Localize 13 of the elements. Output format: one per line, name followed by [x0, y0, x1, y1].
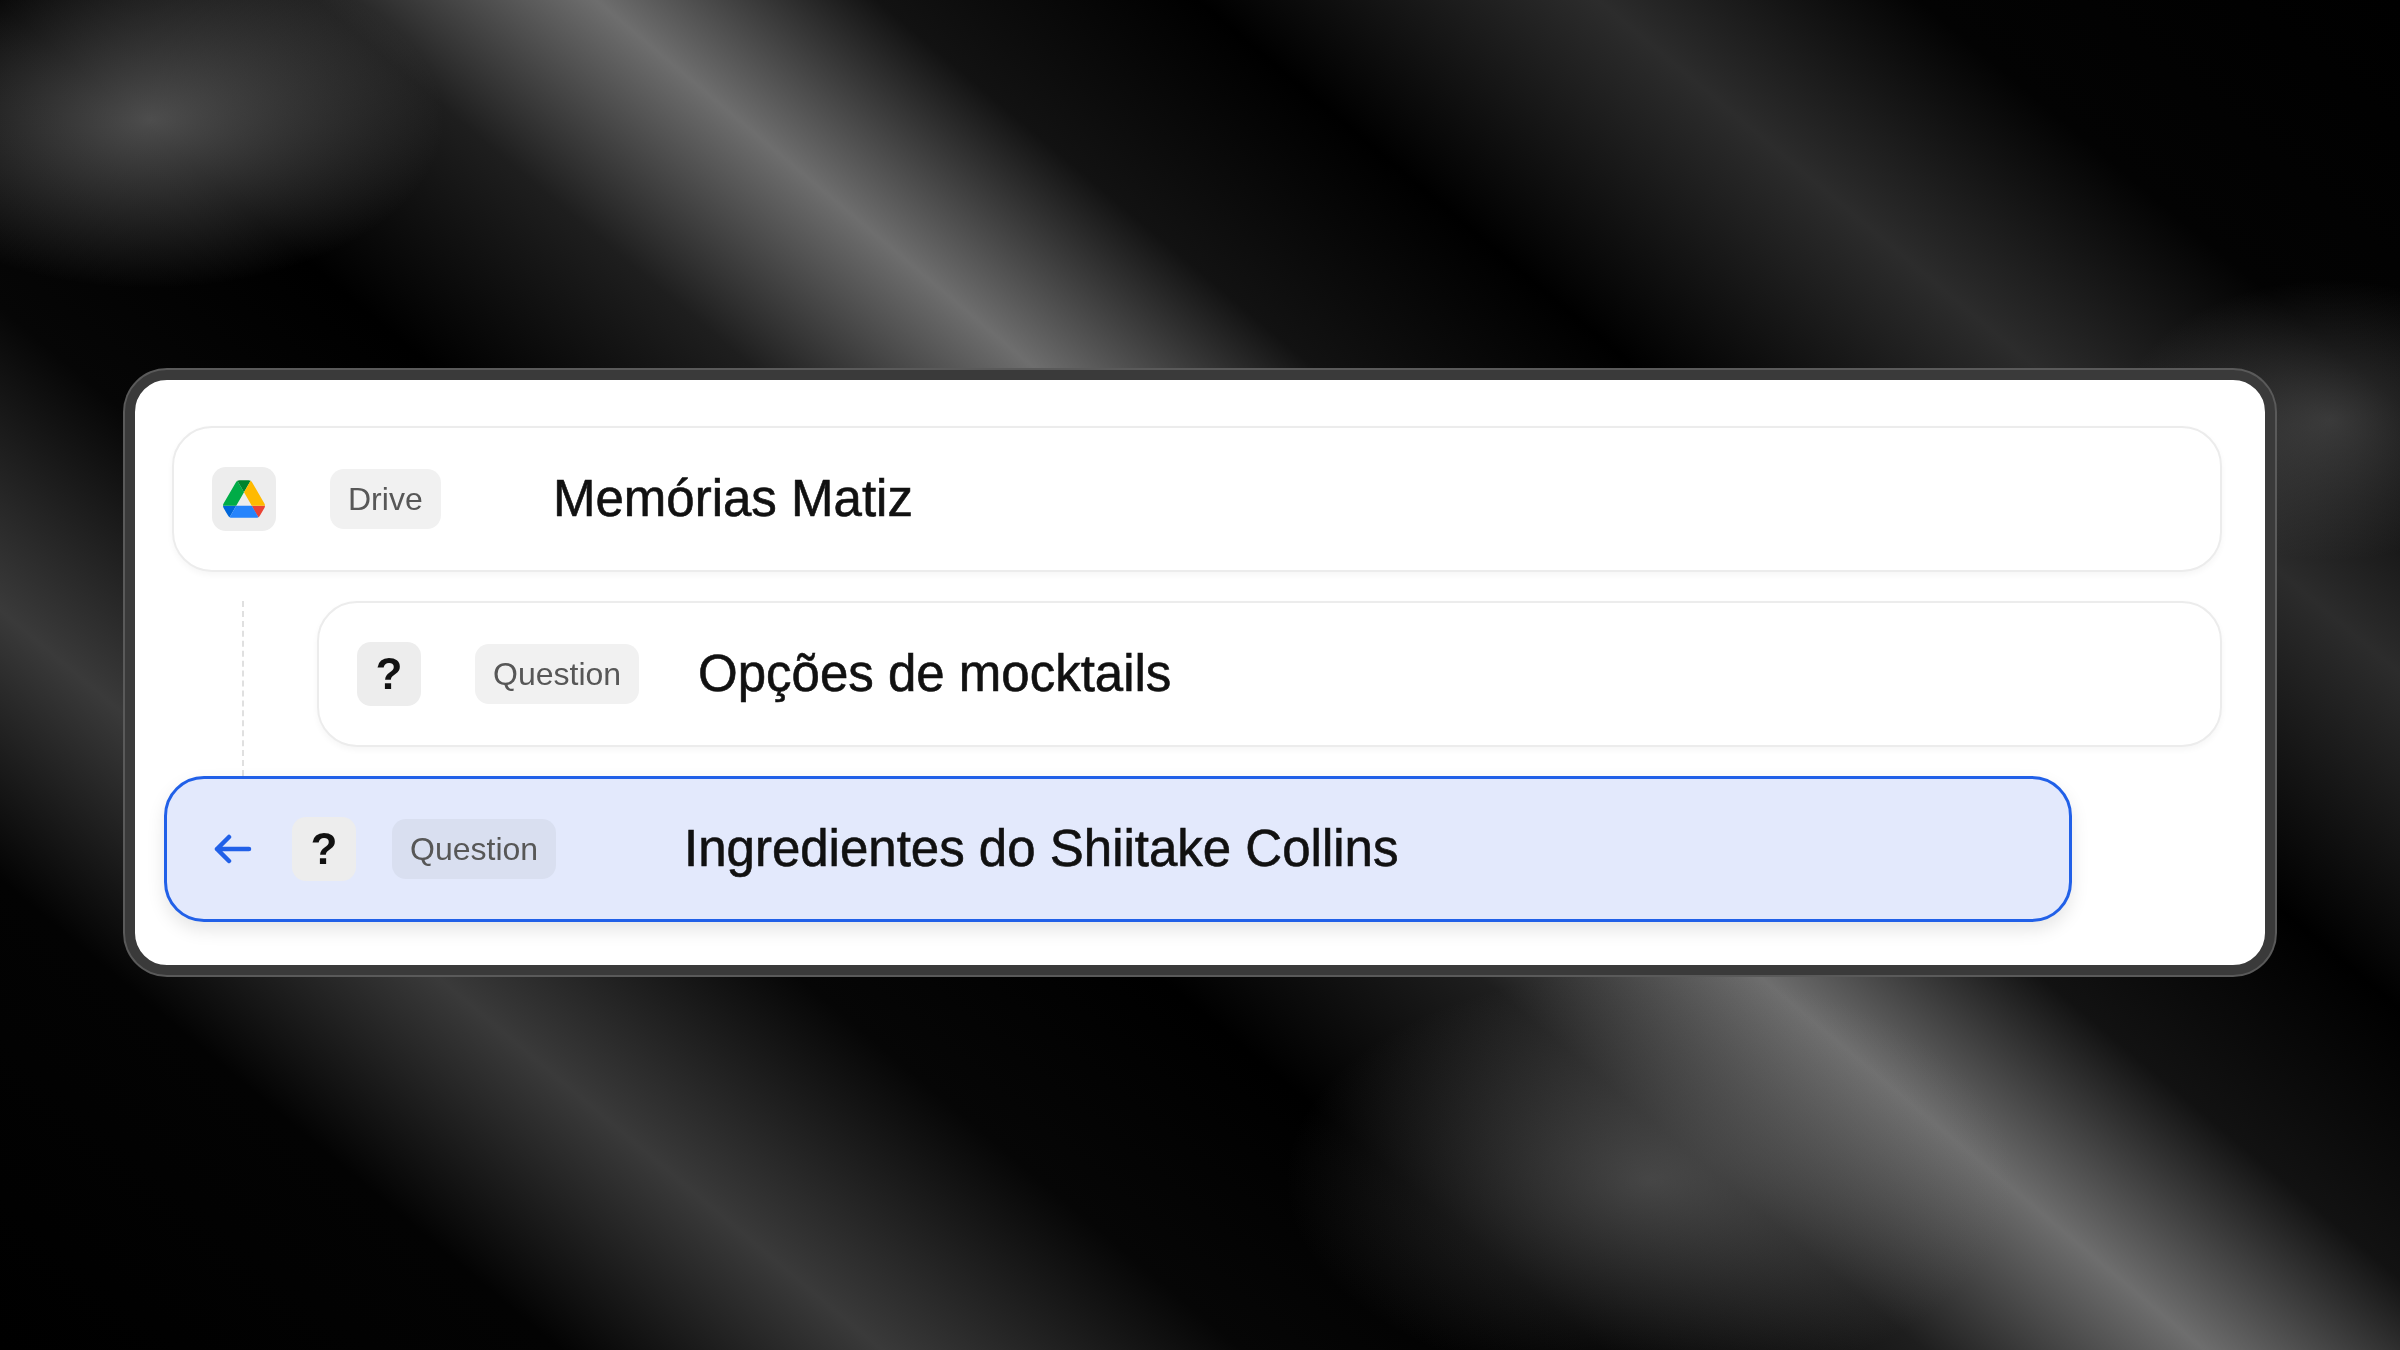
- back-arrow-icon[interactable]: [212, 834, 252, 864]
- question-mark-icon: ?: [357, 642, 421, 706]
- type-tag: Drive: [330, 469, 441, 529]
- drive-logo-icon: [212, 467, 276, 531]
- type-tag: Question: [392, 819, 557, 879]
- item-title: Opções de mocktails: [698, 643, 1172, 704]
- tree-row[interactable]: ? Question Ingredientes do Shiitake Collins: [164, 776, 2072, 922]
- tree-row[interactable]: Drive Memórias Matiz: [172, 426, 2222, 572]
- question-mark-icon: ?: [292, 817, 356, 881]
- type-tag: Question: [475, 644, 640, 704]
- item-title: Ingredientes do Shiitake Collins: [684, 818, 1399, 879]
- item-title: Memórias Matiz: [553, 468, 913, 529]
- tree-row[interactable]: ? Question Opções de mocktails: [317, 601, 2222, 747]
